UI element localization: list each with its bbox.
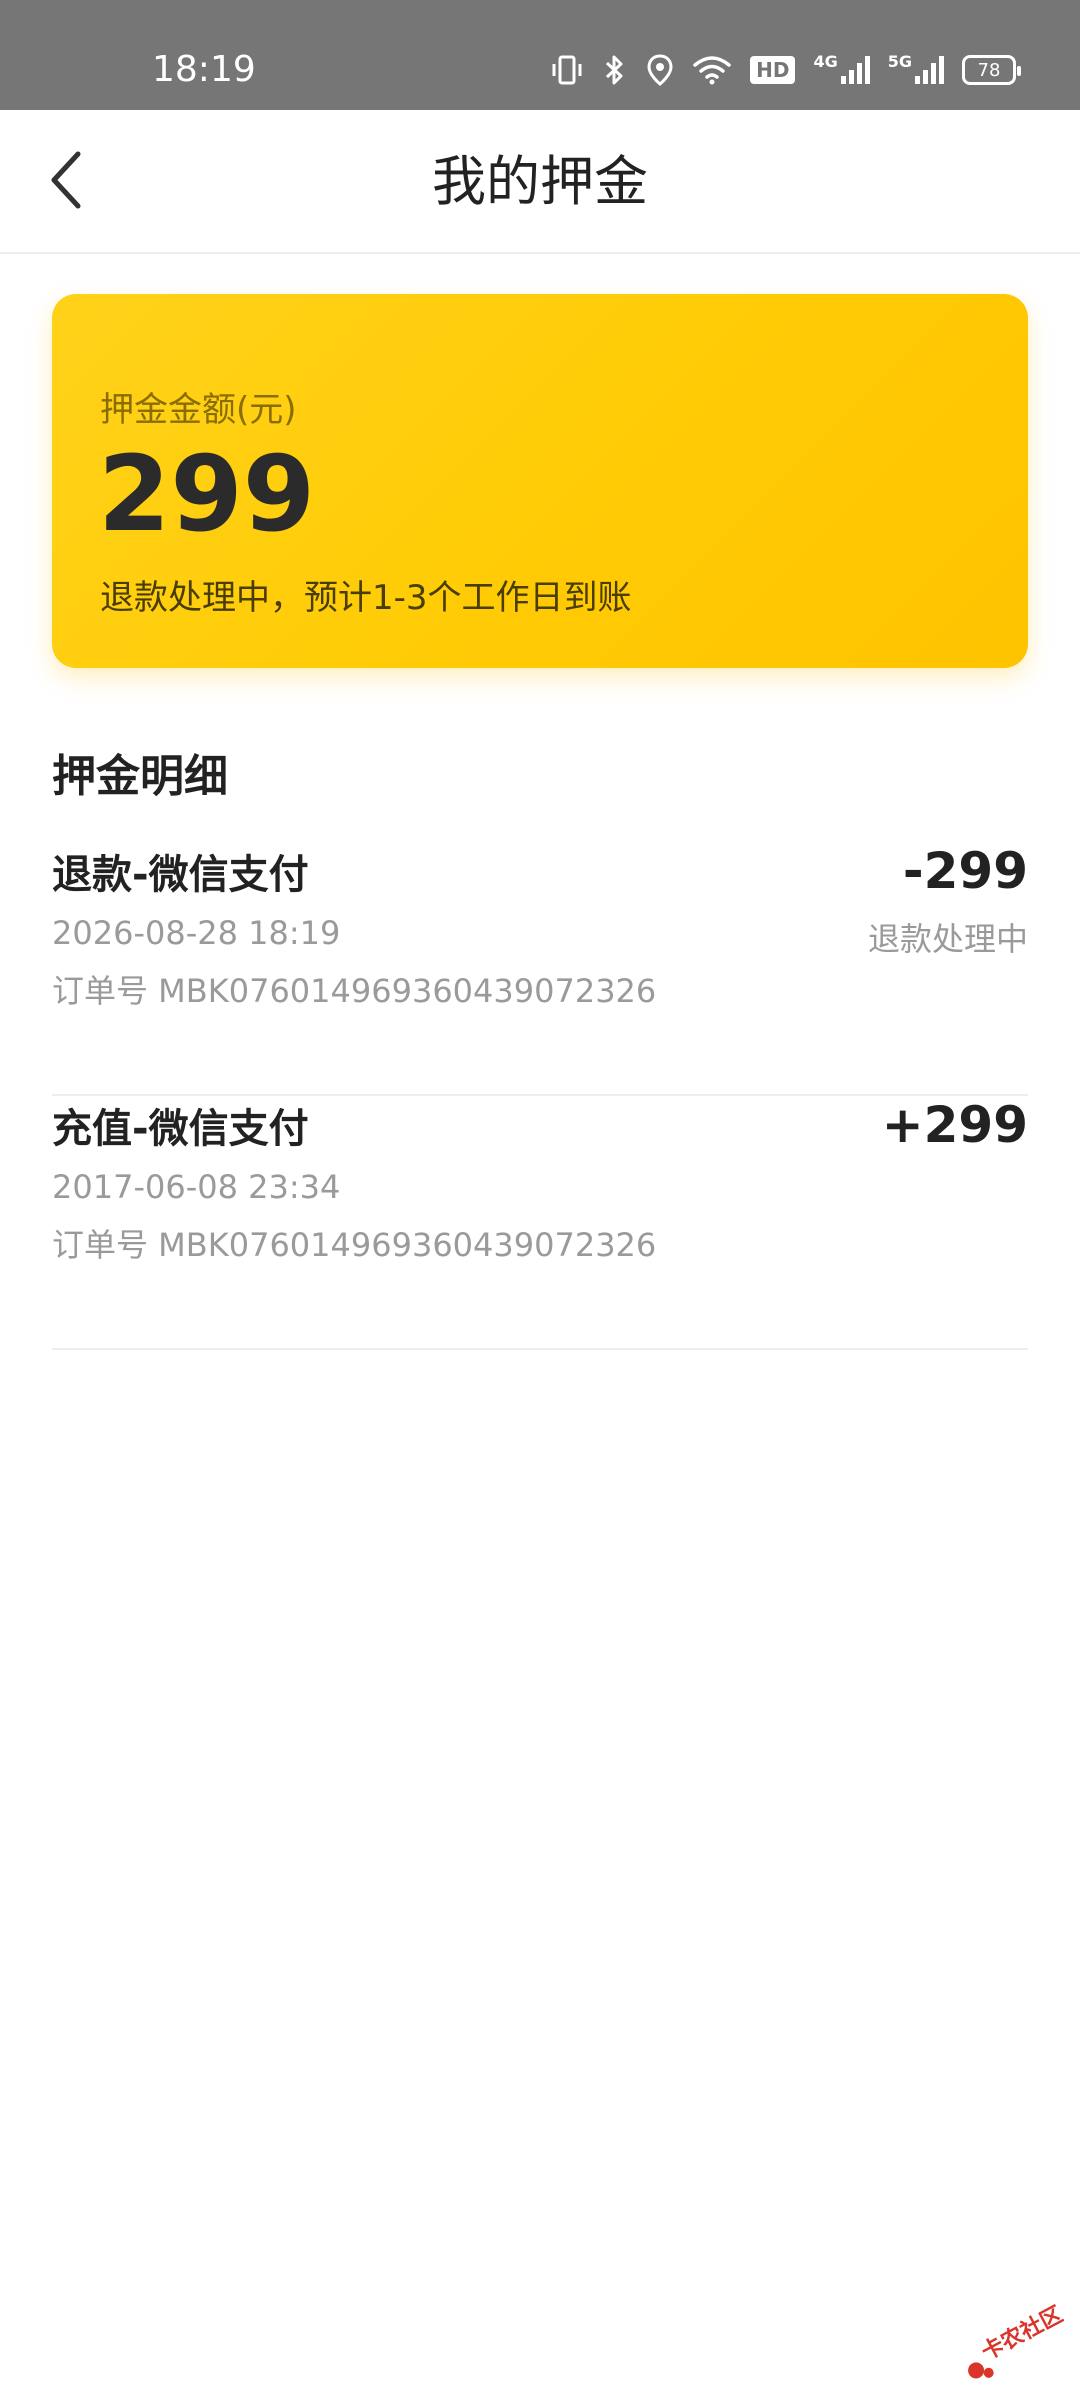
battery-icon: 78 bbox=[962, 50, 1021, 90]
record-title: 退款-微信支付 bbox=[52, 852, 309, 898]
battery-level: 78 bbox=[962, 55, 1021, 85]
record-title: 充值-微信支付 bbox=[52, 1106, 309, 1152]
svg-text:卡农社区: 卡农社区 bbox=[977, 2302, 1064, 2366]
net1-label: 4G bbox=[813, 52, 838, 71]
net2-label: 5G bbox=[887, 52, 912, 71]
status-time: 18:19 bbox=[152, 49, 256, 90]
deposit-amount: 299 bbox=[98, 433, 316, 555]
record-amount: -299 bbox=[902, 842, 1028, 900]
hd-badge: HD bbox=[750, 50, 796, 90]
deposit-card: 押金金额(元) 299 退款处理中，预计1-3个工作日到账 bbox=[52, 294, 1028, 668]
signal-5g-icon: 5G bbox=[888, 50, 944, 90]
record-amount: +299 bbox=[881, 1096, 1028, 1154]
status-icons: HD 4G 5G 78 bbox=[550, 50, 1021, 90]
status-bar: 18:19 HD 4G 5G 78 bbox=[0, 0, 1080, 110]
record-date: 2017-06-08 23:34 bbox=[52, 1168, 341, 1206]
deposit-status: 退款处理中，预计1-3个工作日到账 bbox=[100, 578, 632, 618]
wifi-icon bbox=[692, 50, 732, 90]
header: 我的押金 bbox=[0, 110, 1080, 254]
record-recharge[interactable]: 充值-微信支付 2017-06-08 23:34 订单号 MBK07601496… bbox=[52, 1096, 1028, 1350]
record-order: 订单号 MBK07601496936043907​2326 bbox=[52, 972, 657, 1010]
record-status: 退款处理中 bbox=[867, 920, 1028, 958]
page-title: 我的押金 bbox=[432, 150, 648, 213]
watermark-logo: 卡农社区 bbox=[944, 2301, 1067, 2382]
bluetooth-icon bbox=[602, 50, 628, 90]
hd-label: HD bbox=[750, 56, 796, 84]
location-icon bbox=[646, 50, 674, 90]
record-order: 订单号 MBK076014969360439072326 bbox=[52, 1226, 657, 1264]
details-title: 押金明细 bbox=[52, 751, 228, 802]
record-date: 2026-08-28 18:19 bbox=[52, 914, 341, 952]
vibrate-icon bbox=[550, 50, 584, 90]
signal-4g-icon: 4G bbox=[813, 50, 870, 90]
record-refund[interactable]: 退款-微信支付 2026-08-28 18:19 订单号 MBK07601496… bbox=[52, 842, 1028, 1096]
deposit-label: 押金金额(元) bbox=[100, 390, 297, 430]
